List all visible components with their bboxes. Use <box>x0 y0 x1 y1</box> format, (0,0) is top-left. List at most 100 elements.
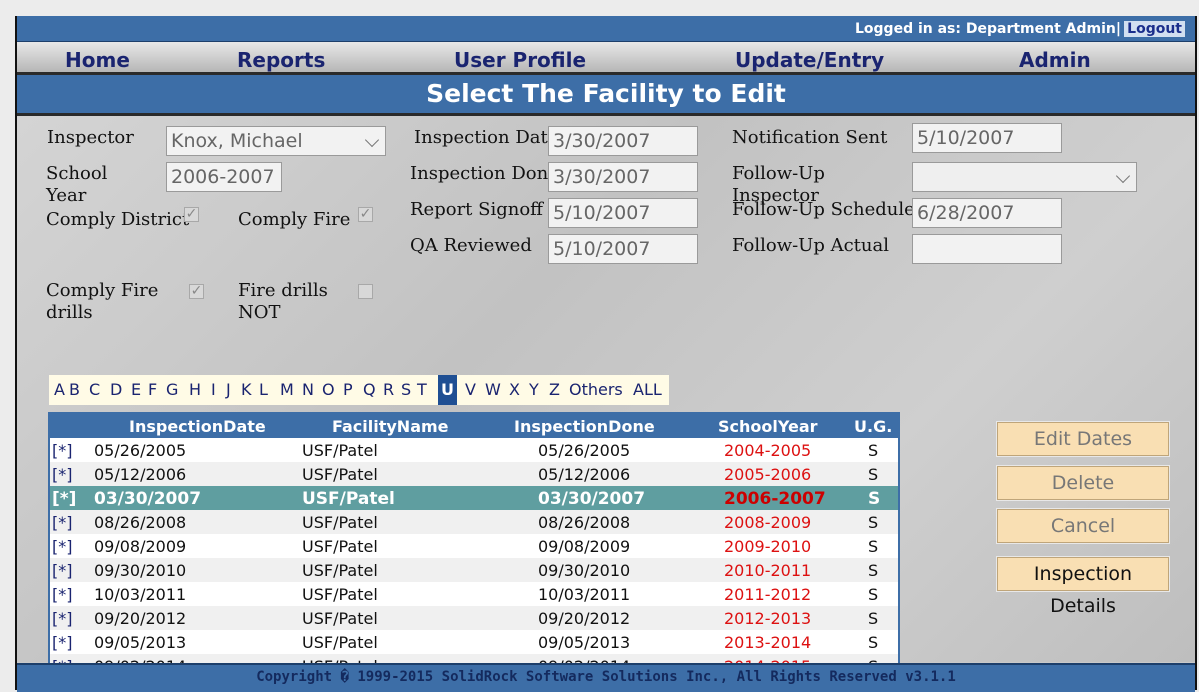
cell-ug: S <box>868 585 879 604</box>
school-year-field[interactable]: 2006-2007 <box>166 162 282 192</box>
inspection-date-field[interactable]: 3/30/2007 <box>548 126 698 156</box>
table-row[interactable]: [*] 05/12/2006 USF/Patel 05/12/2006 2005-200… <box>50 462 898 486</box>
cell-inspection-done: 09/20/2012 <box>538 609 631 628</box>
alpha-filter-g[interactable]: G <box>166 380 178 399</box>
header-inspection-done[interactable]: InspectionDone <box>514 417 655 436</box>
alpha-filter-z[interactable]: Z <box>549 380 560 399</box>
login-status: Logged in as: Department Admin| <box>855 21 1121 37</box>
cell-facility-name: USF/Patel <box>302 441 378 460</box>
alpha-filter-e[interactable]: E <box>131 380 141 399</box>
table-row-selected[interactable]: [*] 03/30/2007 USF/Patel 03/30/2007 2006-200… <box>50 486 898 510</box>
inspector-select[interactable]: Knox, Michael <box>166 126 386 156</box>
alpha-filter-f[interactable]: F <box>148 380 157 399</box>
cell-school-year: 2009-2010 <box>724 537 812 556</box>
inspector-label: Inspector <box>47 127 134 148</box>
row-select-link[interactable]: [*] <box>52 513 72 532</box>
alpha-filter-c[interactable]: C <box>89 380 100 399</box>
qa-reviewed-field[interactable]: 5/10/2007 <box>548 234 698 264</box>
alpha-filter-q[interactable]: Q <box>363 380 376 399</box>
alpha-filter-r[interactable]: R <box>383 380 394 399</box>
row-select-link[interactable]: [*] <box>52 489 76 509</box>
alpha-filter-others[interactable]: Others <box>569 380 623 399</box>
table-row[interactable]: [*] 10/03/2011 USF/Patel 10/03/2011 2011-201… <box>50 582 898 606</box>
alpha-filter-b[interactable]: B <box>69 380 80 399</box>
report-signoff-field[interactable]: 5/10/2007 <box>548 198 698 228</box>
alpha-filter-d[interactable]: D <box>110 380 122 399</box>
cancel-button[interactable]: Cancel <box>996 508 1170 544</box>
alpha-filter-k[interactable]: K <box>241 380 252 399</box>
row-select-link[interactable]: [*] <box>52 633 72 652</box>
report-signoff-label: Report Signoff <box>410 199 543 220</box>
nav-home[interactable]: Home <box>65 48 130 72</box>
alpha-filter-l[interactable]: L <box>259 380 268 399</box>
row-select-link[interactable]: [*] <box>52 465 72 484</box>
comply-fire-checkbox[interactable]: ✓ <box>358 207 373 222</box>
cell-inspection-date: 09/30/2010 <box>94 561 187 580</box>
table-row[interactable]: [*] 05/26/2005 USF/Patel 05/26/2005 2004-200… <box>50 438 898 462</box>
row-select-link[interactable]: [*] <box>52 441 72 460</box>
row-select-link[interactable]: [*] <box>52 585 72 604</box>
row-select-link[interactable]: [*] <box>52 609 72 628</box>
nav-reports[interactable]: Reports <box>237 48 325 72</box>
main-nav: Home Reports User Profile Update/Entry A… <box>17 42 1195 75</box>
header-school-year[interactable]: SchoolYear <box>718 417 818 436</box>
alpha-filter-v[interactable]: V <box>465 380 476 399</box>
alpha-filter-m[interactable]: M <box>280 380 294 399</box>
alpha-filter-p[interactable]: P <box>343 380 353 399</box>
followup-inspector-select[interactable] <box>912 162 1137 192</box>
copyright-footer: Copyright � 1999-2015 SolidRock Software… <box>17 663 1195 692</box>
cell-school-year: 2004-2005 <box>724 441 812 460</box>
alpha-filter-x[interactable]: X <box>509 380 520 399</box>
alpha-filter-h[interactable]: H <box>189 380 201 399</box>
fire-drills-not-required-checkbox[interactable] <box>358 284 373 299</box>
comply-district-checkbox[interactable]: ✓ <box>184 207 199 222</box>
alpha-filter-a[interactable]: A <box>54 380 65 399</box>
row-select-link[interactable]: [*] <box>52 561 72 580</box>
notification-sent-field[interactable]: 5/10/2007 <box>912 123 1062 153</box>
comply-fire-drills-checkbox[interactable]: ✓ <box>189 284 204 299</box>
row-select-link[interactable]: [*] <box>52 537 72 556</box>
cell-facility-name: USF/Patel <box>302 561 378 580</box>
cell-facility-name: USF/Patel <box>302 609 378 628</box>
inspection-details-button[interactable]: Inspection Details <box>996 556 1170 617</box>
alpha-filter-w[interactable]: W <box>485 380 501 399</box>
inspector-value: Knox, Michael <box>171 130 303 152</box>
nav-update-entry[interactable]: Update/Entry <box>735 48 884 72</box>
table-row[interactable]: [*] 08/26/2008 USF/Patel 08/26/2008 2008-200… <box>50 510 898 534</box>
table-row[interactable]: [*] 09/08/2009 USF/Patel 09/08/2009 2009-201… <box>50 534 898 558</box>
app-frame: Logged in as: Department Admin| Logout H… <box>15 16 1197 692</box>
nav-user-profile[interactable]: User Profile <box>454 48 586 72</box>
followup-actual-field[interactable] <box>912 234 1062 264</box>
alpha-filter-all[interactable]: ALL <box>633 380 662 399</box>
cell-inspection-done: 09/30/2010 <box>538 561 631 580</box>
chevron-down-icon <box>364 132 380 148</box>
edit-dates-button[interactable]: Edit Dates <box>996 421 1170 457</box>
cell-facility-name: USF/Patel <box>302 465 378 484</box>
nav-admin[interactable]: Admin <box>1019 48 1091 72</box>
alpha-filter-o[interactable]: O <box>322 380 335 399</box>
alpha-filter-j[interactable]: J <box>226 380 231 399</box>
table-row[interactable]: [*] 09/05/2013 USF/Patel 09/05/2013 2013-201… <box>50 630 898 654</box>
table-row[interactable]: [*] 09/20/2012 USF/Patel 09/20/2012 2012-201… <box>50 606 898 630</box>
cell-facility-name: USF/Patel <box>302 633 378 652</box>
followup-schedule-field[interactable]: 6/28/2007 <box>912 198 1062 228</box>
inspections-table: InspectionDate FacilityName InspectionDo… <box>48 412 900 678</box>
logout-link[interactable]: Logout <box>1124 21 1185 37</box>
alpha-filter-n[interactable]: N <box>302 380 314 399</box>
header-facility-name[interactable]: FacilityName <box>332 417 449 436</box>
top-bar: Logged in as: Department Admin| Logout <box>17 16 1195 42</box>
cell-inspection-done: 05/26/2005 <box>538 441 631 460</box>
cell-inspection-date: 08/26/2008 <box>94 513 187 532</box>
alpha-filter-i[interactable]: I <box>211 380 216 399</box>
alpha-filter-s[interactable]: S <box>401 380 411 399</box>
header-inspection-date[interactable]: InspectionDate <box>129 417 266 436</box>
alpha-filter-t[interactable]: T <box>417 380 427 399</box>
delete-button[interactable]: Delete <box>996 465 1170 501</box>
alpha-filter-u[interactable]: U <box>438 375 457 405</box>
inspection-done-field[interactable]: 3/30/2007 <box>548 162 698 192</box>
alpha-filter-y[interactable]: Y <box>529 380 539 399</box>
inspection-done-label: Inspection Done <box>410 163 559 184</box>
cell-school-year: 2005-2006 <box>724 465 812 484</box>
header-ug[interactable]: U.G. <box>854 417 892 436</box>
table-row[interactable]: [*] 09/30/2010 USF/Patel 09/30/2010 2010-201… <box>50 558 898 582</box>
